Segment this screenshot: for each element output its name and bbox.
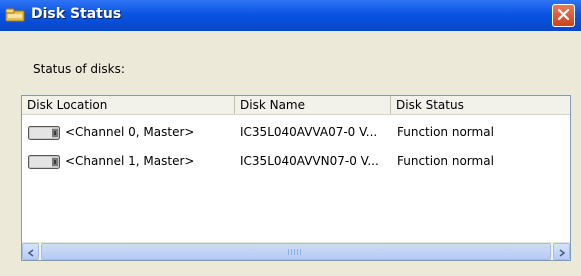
close-button[interactable] (552, 4, 575, 27)
scroll-left-button[interactable] (22, 243, 39, 260)
arrow-left-icon (27, 242, 35, 260)
disk-status: Function normal (397, 154, 494, 168)
disk-list[interactable]: Disk Location Disk Name Disk Status <Cha… (21, 95, 571, 261)
scroll-thumb[interactable] (41, 243, 551, 260)
folder-icon (5, 7, 25, 23)
disk-name: IC35L040AVVA07-0 V... (240, 125, 378, 139)
arrow-right-icon (558, 242, 566, 260)
table-row[interactable]: <Channel 1, Master> IC35L040AVVN07-0 V..… (22, 150, 570, 172)
grip-icon (288, 249, 302, 255)
hard-disk-icon (28, 125, 60, 140)
column-header-disk-location[interactable]: Disk Location (22, 96, 235, 114)
window-title: Disk Status (31, 6, 122, 22)
list-header: Disk Location Disk Name Disk Status (22, 96, 570, 115)
scroll-right-button[interactable] (553, 243, 570, 260)
table-row[interactable]: <Channel 0, Master> IC35L040AVVA07-0 V..… (22, 121, 570, 143)
disk-status-window: Disk Status Status of disks: Disk Locati… (0, 0, 581, 276)
status-of-disks-label: Status of disks: (33, 62, 125, 76)
column-header-disk-status[interactable]: Disk Status (391, 96, 570, 114)
hard-disk-icon (28, 154, 60, 169)
disk-status: Function normal (397, 125, 494, 139)
disk-location: <Channel 0, Master> (65, 125, 195, 139)
close-icon (557, 6, 570, 25)
horizontal-scrollbar[interactable] (22, 242, 570, 260)
title-bar[interactable]: Disk Status (0, 0, 581, 31)
disk-location: <Channel 1, Master> (65, 154, 195, 168)
disk-name: IC35L040AVVN07-0 V... (240, 154, 379, 168)
column-header-disk-name[interactable]: Disk Name (235, 96, 391, 114)
